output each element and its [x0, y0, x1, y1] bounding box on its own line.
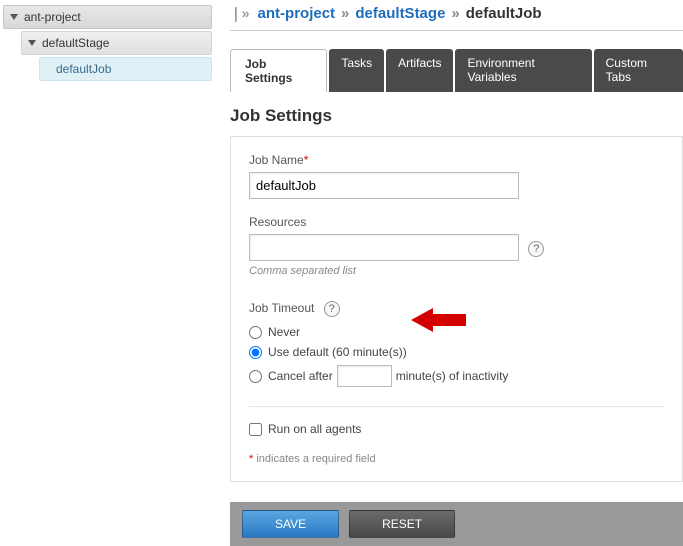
timeout-default-radio[interactable]	[249, 346, 262, 359]
tree-stage-label: defaultStage	[42, 36, 109, 50]
tab-bar: Job Settings Tasks Artifacts Environment…	[230, 49, 683, 92]
tree-job[interactable]: defaultJob	[39, 57, 212, 81]
timeout-default-row[interactable]: Use default (60 minute(s))	[249, 342, 664, 362]
button-bar: SAVE RESET	[230, 502, 683, 546]
help-icon[interactable]: ?	[324, 301, 340, 317]
sidebar: ant-project defaultStage defaultJob	[0, 0, 215, 546]
job-name-label: Job Name*	[249, 153, 664, 167]
timeout-cancel-row[interactable]: Cancel after minute(s) of inactivity	[249, 362, 664, 390]
save-button[interactable]: SAVE	[242, 510, 339, 538]
tab-custom-tabs[interactable]: Custom Tabs	[594, 49, 683, 92]
tab-job-settings[interactable]: Job Settings	[230, 49, 327, 92]
run-all-agents-row[interactable]: Run on all agents	[249, 419, 664, 439]
tree-project-label: ant-project	[24, 10, 81, 24]
timeout-cancel-radio[interactable]	[249, 370, 262, 383]
breadcrumb-job: defaultJob	[466, 5, 542, 22]
help-icon[interactable]: ?	[528, 241, 544, 257]
chevron-down-icon	[10, 14, 18, 20]
job-name-input[interactable]	[249, 172, 519, 199]
tab-env-vars[interactable]: Environment Variables	[455, 49, 591, 92]
timeout-minutes-input[interactable]	[337, 365, 392, 387]
timeout-never-radio[interactable]	[249, 326, 262, 339]
page-title: Job Settings	[230, 106, 683, 126]
tab-tasks[interactable]: Tasks	[329, 49, 384, 92]
timeout-label: Job Timeout ?	[249, 301, 664, 317]
main-content: ❘» ant-project » defaultStage » defaultJ…	[215, 0, 683, 546]
tree-project[interactable]: ant-project	[3, 5, 212, 29]
resources-label: Resources	[249, 215, 664, 229]
reset-button[interactable]: RESET	[349, 510, 455, 538]
breadcrumb: ❘» ant-project » defaultStage » defaultJ…	[230, 5, 683, 31]
tree-job-label: defaultJob	[56, 62, 111, 76]
resources-hint: Comma separated list	[249, 265, 664, 277]
breadcrumb-icon: ❘»	[230, 5, 250, 22]
breadcrumb-project[interactable]: ant-project	[258, 5, 336, 22]
tab-artifacts[interactable]: Artifacts	[386, 49, 453, 92]
timeout-never-row[interactable]: Never	[249, 322, 664, 342]
breadcrumb-stage[interactable]: defaultStage	[355, 5, 445, 22]
settings-form: Job Name* Resources ? Comma separated li…	[230, 136, 683, 482]
required-note: * indicates a required field	[249, 453, 664, 465]
resources-input[interactable]	[249, 234, 519, 261]
chevron-down-icon	[28, 40, 36, 46]
run-all-agents-checkbox[interactable]	[249, 423, 262, 436]
tree-stage[interactable]: defaultStage	[21, 31, 212, 55]
